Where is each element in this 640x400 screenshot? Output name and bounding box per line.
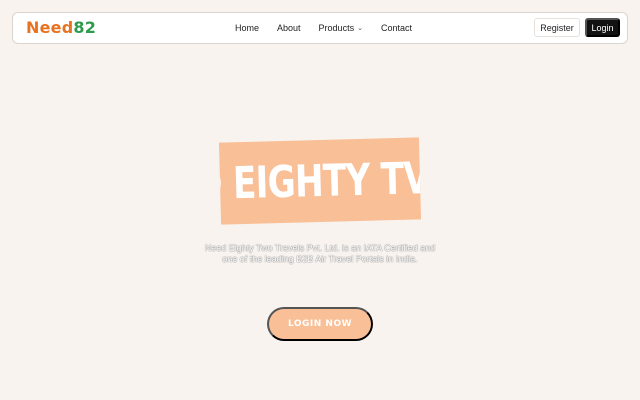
brand-name-part-1: Need bbox=[26, 18, 74, 37]
nav-link-products-label: Products bbox=[318, 23, 355, 33]
login-button[interactable]: Login bbox=[585, 18, 620, 37]
hero-banner-text: ED EIGHTY TV bbox=[218, 152, 422, 211]
brand-name-part-2: 82 bbox=[73, 18, 97, 37]
nav-link-home[interactable]: Home bbox=[235, 23, 259, 33]
chevron-down-icon: ⌄ bbox=[357, 25, 363, 32]
hero-banner: ED EIGHTY TV bbox=[218, 137, 422, 225]
brand-logo[interactable]: Need82 bbox=[26, 17, 96, 39]
nav-link-home-label: Home bbox=[235, 23, 260, 33]
hero-description: Need Eighty Two Travels Pvt. Ltd. is an … bbox=[204, 243, 436, 264]
register-button[interactable]: Register bbox=[534, 18, 580, 37]
nav-link-about-label: About bbox=[277, 23, 301, 33]
login-now-button[interactable]: LOGIN NOW bbox=[267, 307, 373, 341]
nav-link-contact-label: Contact bbox=[380, 23, 412, 33]
nav-link-contact[interactable]: Contact bbox=[381, 23, 412, 33]
main-nav: Home About Products ⌄ Contact bbox=[235, 13, 430, 43]
nav-link-about[interactable]: About bbox=[277, 23, 301, 33]
nav-link-products[interactable]: Products ⌄ bbox=[319, 23, 363, 33]
top-navbar: Need82 Home About Products ⌄ Contact Reg… bbox=[12, 12, 628, 44]
